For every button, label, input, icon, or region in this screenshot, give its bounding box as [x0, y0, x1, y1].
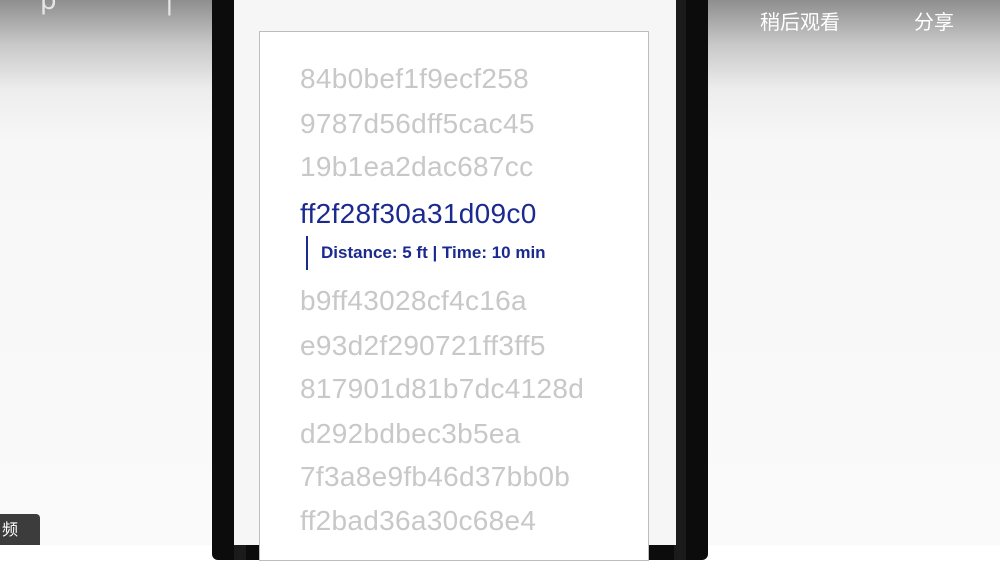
corner-tag[interactable]: 频	[0, 514, 40, 545]
list-item: 817901d81b7dc4128d	[300, 373, 585, 404]
active-item-detail: Distance: 5 ft | Time: 10 min	[306, 236, 546, 270]
list-item: b9ff43028cf4c16a	[300, 285, 527, 316]
list-item: d292bdbec3b5ea	[300, 418, 521, 449]
list-item: e93d2f290721ff3ff5	[300, 330, 546, 361]
list-item: 19b1ea2dac687cc	[300, 151, 534, 182]
list-item: 84b0bef1f9ecf258	[300, 63, 530, 94]
list-item: 7f3a8e9fb46d37bb0b	[300, 461, 571, 492]
active-list-item: ff2f28f30a31d09c0	[300, 198, 537, 229]
share-button[interactable]: 分享	[914, 6, 954, 35]
list-item: ff2bad36a30c68e4	[300, 505, 537, 536]
list-item: 9787d56dff5cac45	[300, 108, 535, 139]
watch-later-button[interactable]: 稍后观看	[760, 6, 840, 35]
